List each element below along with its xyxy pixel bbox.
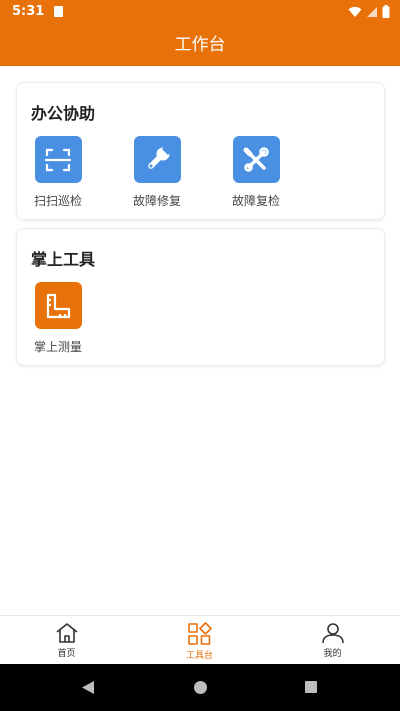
- battery-icon: [382, 5, 390, 18]
- page-title: 工作台: [174, 35, 226, 55]
- tab-toolbench[interactable]: 工具台: [133, 616, 266, 665]
- back-icon[interactable]: [81, 680, 95, 695]
- wrench-icon: [133, 136, 181, 183]
- tab-label: 首页: [57, 649, 76, 659]
- tool-fault-repair[interactable]: 故障修复: [117, 136, 197, 209]
- user-icon: [321, 623, 344, 644]
- tools-icon: [232, 136, 280, 183]
- tab-bar: 首页 工具台 我的: [0, 615, 400, 664]
- status-bar: 5:31: [0, 0, 400, 24]
- tool-scan-inspection[interactable]: 扫扫巡检: [18, 136, 98, 209]
- home-icon: [56, 623, 77, 643]
- recents-icon[interactable]: [304, 680, 318, 694]
- status-time: 5:31: [12, 4, 45, 19]
- tab-label: 工具台: [185, 651, 213, 661]
- tool-label: 掌上测量: [33, 340, 82, 354]
- signal-icon: [367, 6, 377, 17]
- system-nav-bar: [0, 664, 400, 711]
- office-assist-card: 办公协助 扫扫巡检 故障修复 故障复检: [16, 82, 385, 220]
- ruler-icon: [34, 282, 82, 329]
- main-content: 办公协助 扫扫巡检 故障修复 故障复检 掌上工具 掌上测量: [0, 66, 400, 615]
- tool-handheld-measure[interactable]: 掌上测量: [18, 282, 98, 355]
- home-nav-icon[interactable]: [193, 680, 208, 695]
- handheld-tools-card: 掌上工具 掌上测量: [16, 228, 385, 366]
- tool-label: 扫扫巡检: [33, 194, 82, 208]
- sd-card-icon: [54, 6, 63, 17]
- tool-fault-recheck[interactable]: 故障复检: [216, 136, 296, 209]
- scan-icon: [34, 136, 82, 183]
- app-header: 工作台: [0, 24, 400, 66]
- grid-icon: [187, 622, 212, 645]
- status-icons: [348, 5, 390, 18]
- tab-home[interactable]: 首页: [0, 616, 133, 665]
- tool-label: 故障复检: [231, 194, 280, 208]
- section-title: 办公协助: [31, 104, 96, 123]
- tool-label: 故障修复: [132, 194, 181, 208]
- wifi-icon: [348, 6, 362, 17]
- section-title: 掌上工具: [31, 250, 96, 269]
- tab-label: 我的: [323, 649, 342, 659]
- tab-mine[interactable]: 我的: [266, 616, 399, 665]
